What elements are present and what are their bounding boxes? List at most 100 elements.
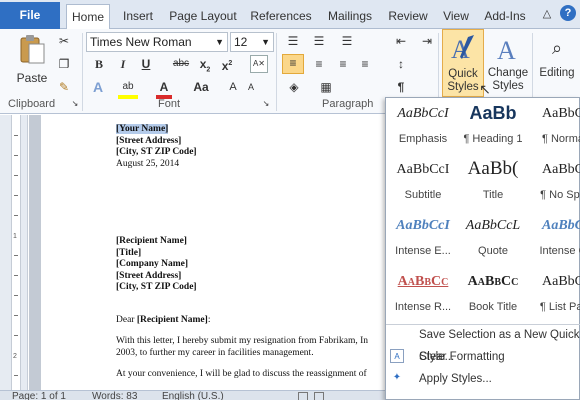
- sender-name[interactable]: [Your Name]: [116, 124, 169, 134]
- print-layout-view-icon[interactable]: [298, 392, 308, 400]
- save-selection-as-style-command[interactable]: Save Selection as a New Quick Style...: [386, 324, 580, 363]
- style-intense-reference[interactable]: AaBbCc Intense R...: [388, 268, 458, 324]
- style-quote[interactable]: AaBbCcL Quote: [458, 212, 528, 268]
- tab-review[interactable]: Review: [386, 4, 430, 29]
- document-page[interactable]: [Your Name] [Street Address] [City, ST Z…: [41, 115, 385, 390]
- style-sample: AaBb: [469, 103, 517, 123]
- language-indicator[interactable]: English (U.S.): [162, 391, 224, 400]
- font-name-box[interactable]: Times New Roman ▼: [86, 32, 228, 52]
- subscript-button[interactable]: x2: [198, 56, 212, 78]
- style-name: Quote: [478, 245, 508, 257]
- minimize-ribbon-icon[interactable]: △: [540, 6, 554, 22]
- tab-file[interactable]: File: [0, 2, 60, 29]
- cut-icon[interactable]: ✂: [56, 33, 72, 49]
- style-sample: AaBb(: [467, 158, 519, 179]
- style-sample: AaBbCcI: [396, 162, 450, 177]
- sender-city[interactable]: [City, ST ZIP Code]: [116, 147, 197, 157]
- grow-font-icon[interactable]: A: [226, 79, 240, 95]
- line-spacing-icon[interactable]: ↕: [392, 56, 410, 72]
- body-paragraph-1-line-1[interactable]: With this letter, I hereby submit my res…: [116, 336, 368, 346]
- recipient-city[interactable]: [City, ST ZIP Code]: [116, 282, 197, 292]
- change-case-icon[interactable]: Aa: [190, 79, 212, 95]
- clear-formatting-command[interactable]: A Clear Formatting: [386, 346, 580, 368]
- recipient-name[interactable]: [Recipient Name]: [116, 236, 187, 246]
- apply-styles-command[interactable]: ✦ Apply Styles...: [386, 368, 580, 390]
- strikethrough-button[interactable]: abc: [170, 56, 192, 72]
- increase-indent-icon[interactable]: ⇥: [418, 33, 436, 49]
- style-intense-emphasis[interactable]: AaBbCcI Intense E...: [388, 212, 458, 268]
- font-launcher-icon[interactable]: ↘: [262, 100, 270, 108]
- tab-mailings[interactable]: Mailings: [322, 4, 378, 29]
- italic-button[interactable]: I: [116, 56, 130, 72]
- align-left-button[interactable]: ≡: [282, 54, 304, 74]
- editing-label: Editing: [539, 67, 575, 79]
- font-color-icon[interactable]: A: [156, 79, 172, 99]
- style-sample: AaBbC: [542, 162, 580, 177]
- ruler-tick: [14, 155, 18, 156]
- font-size-box[interactable]: 12 ▼: [230, 32, 274, 52]
- bold-button[interactable]: B: [92, 56, 106, 72]
- underline-button[interactable]: U: [138, 56, 154, 72]
- clipboard-launcher-icon[interactable]: ↘: [71, 100, 79, 108]
- style-sample: AaBbC: [542, 106, 580, 121]
- show-formatting-icon[interactable]: ¶: [394, 79, 408, 95]
- tab-page-layout[interactable]: Page Layout: [166, 4, 240, 29]
- change-styles-button[interactable]: A Change Styles: [486, 31, 530, 97]
- letter-date[interactable]: August 25, 2014: [116, 159, 179, 169]
- style-name: ¶ List Par: [539, 301, 580, 313]
- style-subtitle[interactable]: AaBbCcI Subtitle: [388, 156, 458, 212]
- shrink-font-icon[interactable]: A: [244, 79, 258, 95]
- text-highlight-icon[interactable]: ab: [118, 79, 138, 99]
- style-emphasis[interactable]: AaBbCcI Emphasis: [388, 100, 458, 156]
- numbering-icon[interactable]: ☰: [310, 33, 328, 49]
- format-painter-icon[interactable]: ✎: [56, 79, 72, 95]
- style-intense-quote[interactable]: AaBbC Intense C: [528, 212, 580, 268]
- decrease-indent-icon[interactable]: ⇤: [392, 33, 410, 49]
- paste-button[interactable]: Paste: [14, 34, 50, 92]
- body-paragraph-2-line-1[interactable]: At your convenience, I will be glad to d…: [116, 369, 367, 379]
- superscript-button[interactable]: x2: [220, 56, 234, 74]
- help-icon[interactable]: ?: [560, 5, 576, 21]
- selected-text[interactable]: [Your Name]: [116, 124, 169, 134]
- style-heading-1[interactable]: AaBb ¶ Heading 1: [458, 100, 528, 156]
- borders-icon[interactable]: ▦: [318, 79, 334, 95]
- page-count[interactable]: Page: 1 of 1: [12, 391, 66, 400]
- style-no-spacing[interactable]: AaBbC ¶ No Spa: [528, 156, 580, 212]
- style-normal[interactable]: AaBbC ¶ Norma: [528, 100, 580, 156]
- tab-view[interactable]: View: [438, 4, 474, 29]
- recipient-street[interactable]: [Street Address]: [116, 271, 181, 281]
- text-effects-icon[interactable]: A: [90, 79, 106, 95]
- tab-addins[interactable]: Add-Ins: [482, 4, 528, 29]
- style-name: ¶ Heading 1: [463, 133, 523, 145]
- word-count[interactable]: Words: 83: [92, 391, 137, 400]
- tab-insert[interactable]: Insert: [118, 4, 158, 29]
- ruler-tick: [14, 295, 18, 296]
- salutation[interactable]: Dear [Recipient Name]:: [116, 315, 210, 325]
- copy-icon[interactable]: ❐: [56, 56, 72, 72]
- full-screen-view-icon[interactable]: [314, 392, 324, 400]
- sender-street[interactable]: [Street Address]: [116, 136, 181, 146]
- chevron-down-icon[interactable]: ▼: [215, 33, 224, 51]
- multilevel-list-icon[interactable]: ☰: [338, 33, 356, 49]
- editing-button[interactable]: ⌕ Editing: [536, 31, 578, 91]
- style-title[interactable]: AaBb( Title: [458, 156, 528, 212]
- clear-formatting-icon[interactable]: A✕: [250, 55, 268, 73]
- ruler-tick: [14, 255, 18, 256]
- style-name: Intense R...: [394, 301, 452, 313]
- body-paragraph-1-line-2[interactable]: 2003, to further my career in facilities…: [116, 348, 314, 358]
- align-center-icon[interactable]: ≡: [310, 56, 328, 72]
- style-list-paragraph[interactable]: AaBbC ¶ List Par: [528, 268, 580, 324]
- tab-references[interactable]: References: [248, 4, 314, 29]
- ruler-tick: [14, 175, 18, 176]
- recipient-company[interactable]: [Company Name]: [116, 259, 188, 269]
- style-book-title[interactable]: AaBbCc Book Title: [458, 268, 528, 324]
- tab-home[interactable]: Home: [66, 4, 110, 30]
- binoculars-icon: ⌕: [551, 38, 563, 58]
- chevron-down-icon[interactable]: ▼: [261, 33, 270, 51]
- align-right-icon[interactable]: ≡: [334, 56, 352, 72]
- style-sample: AaBbCc: [467, 274, 519, 289]
- bullets-icon[interactable]: ☰: [284, 33, 302, 49]
- justify-icon[interactable]: ≡: [356, 56, 374, 72]
- recipient-title[interactable]: [Title]: [116, 248, 141, 258]
- shading-icon[interactable]: ◈: [286, 79, 302, 95]
